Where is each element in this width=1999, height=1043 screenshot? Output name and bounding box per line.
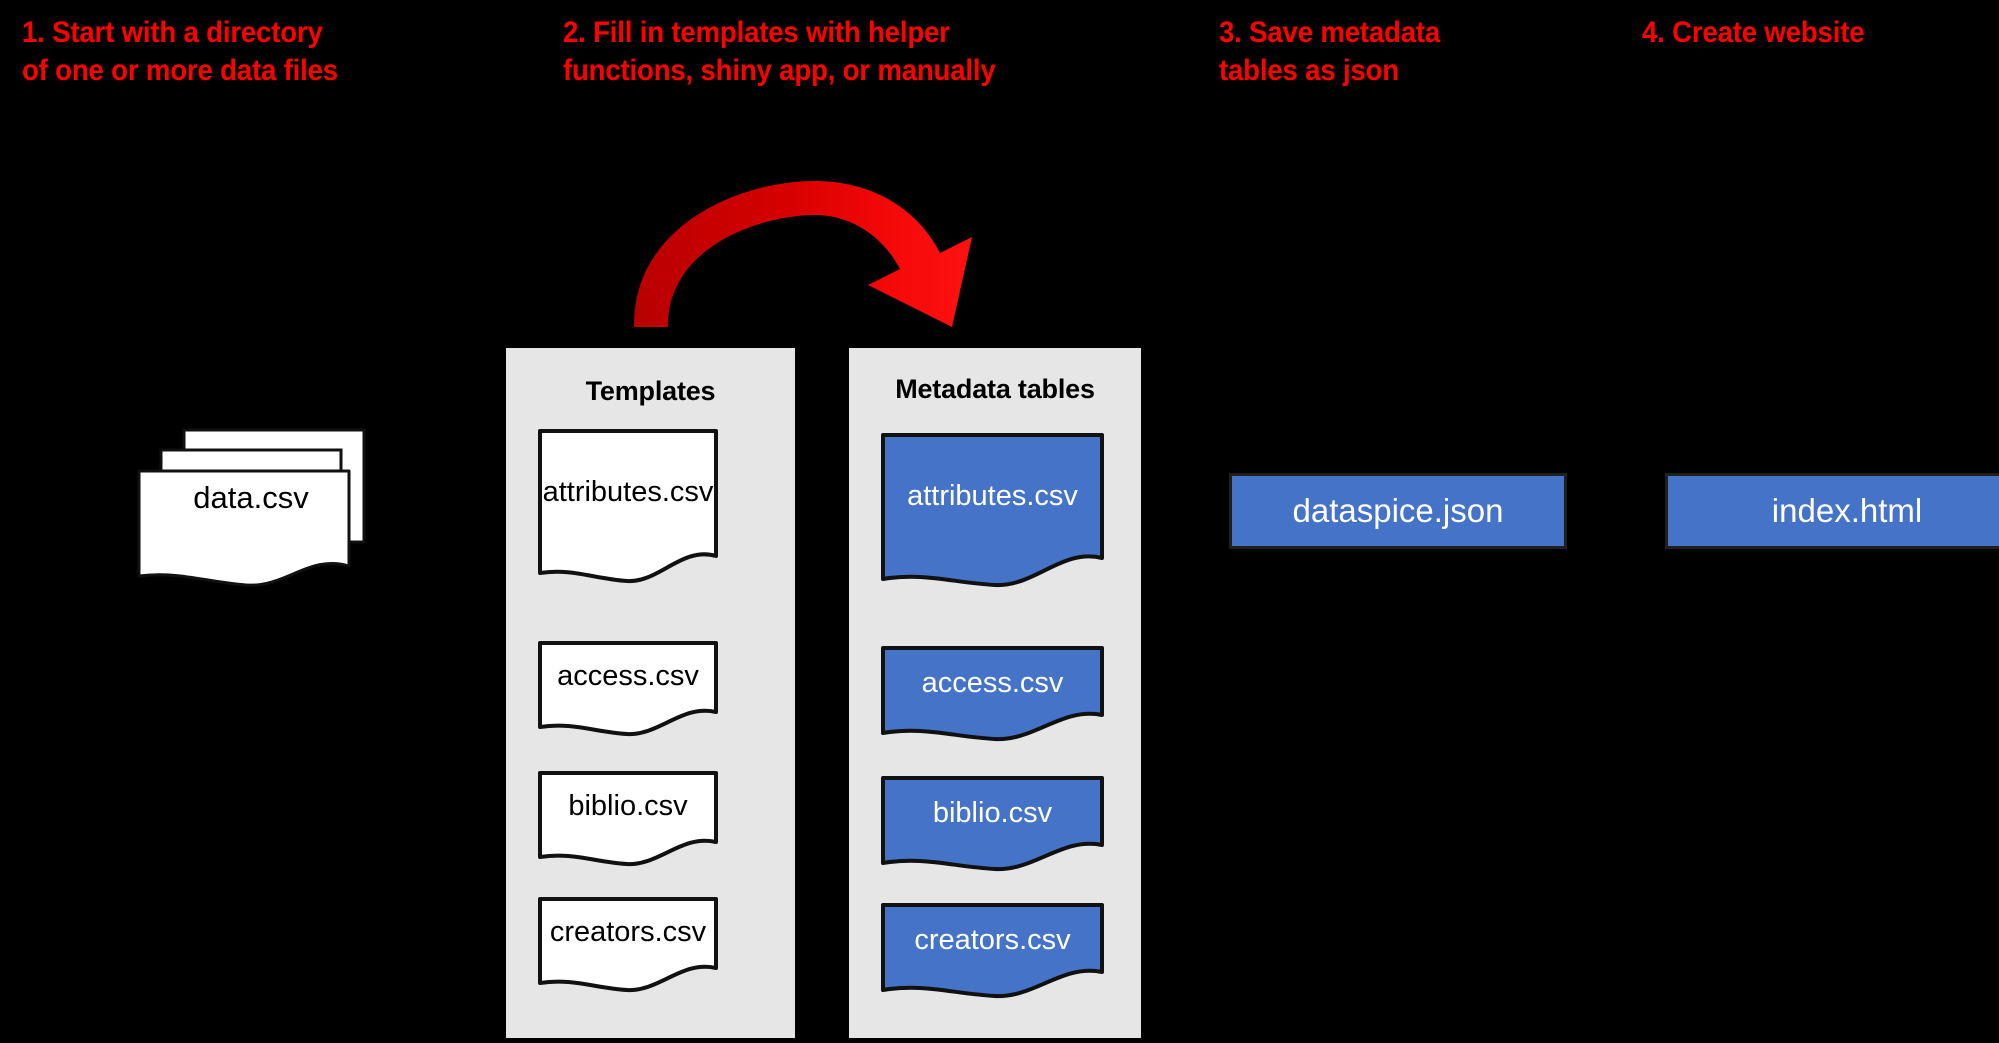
template-document-biblio[interactable]: biblio.csv — [537, 770, 719, 868]
template-document-access[interactable]: access.csv — [537, 640, 719, 738]
templates-panel-title: Templates — [585, 376, 716, 406]
step-4-heading: 4. Create website — [1642, 16, 1865, 49]
output-index-html[interactable]: index.html — [1665, 473, 1999, 549]
metadata-document-access[interactable]: access.csv — [880, 645, 1105, 743]
metadata-document-biblio[interactable]: biblio.csv — [880, 775, 1105, 873]
diagram-canvas: 1. Start with a directory of one or more… — [0, 0, 1999, 1043]
metadata-tables-panel-title: Metadata tables — [895, 374, 1095, 404]
metadata-document-creators[interactable]: creators.csv — [880, 902, 1105, 1000]
step-1-heading: 1. Start with a directory of one or more… — [22, 16, 338, 87]
template-document-creators[interactable]: creators.csv — [537, 896, 719, 994]
output-dataspice-json[interactable]: dataspice.json — [1229, 473, 1567, 549]
data-file-stack: data.csv — [136, 428, 366, 588]
step-2-heading: 2. Fill in templates with helper functio… — [563, 16, 996, 87]
step-3-heading: 3. Save metadata tables as json — [1219, 16, 1441, 87]
data-file-front-sheet — [136, 468, 352, 588]
template-document-attributes[interactable]: attributes.csv — [537, 428, 719, 586]
templates-to-metadata-arrow — [600, 165, 1040, 345]
metadata-document-attributes[interactable]: attributes.csv — [880, 432, 1105, 590]
